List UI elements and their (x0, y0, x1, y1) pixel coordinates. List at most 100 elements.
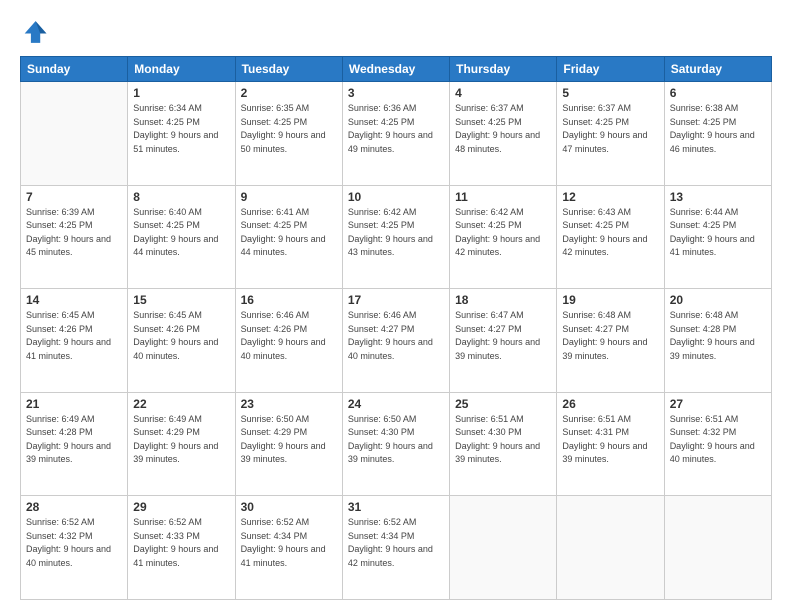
sunset: Sunset: 4:28 PM (26, 427, 93, 437)
calendar-cell: 18 Sunrise: 6:47 AM Sunset: 4:27 PM Dayl… (450, 289, 557, 393)
calendar-cell: 23 Sunrise: 6:50 AM Sunset: 4:29 PM Dayl… (235, 392, 342, 496)
day-number: 28 (26, 500, 122, 514)
day-number: 1 (133, 86, 229, 100)
day-number: 23 (241, 397, 337, 411)
day-info: Sunrise: 6:50 AM Sunset: 4:30 PM Dayligh… (348, 413, 444, 467)
sunset: Sunset: 4:25 PM (241, 117, 308, 127)
day-info: Sunrise: 6:49 AM Sunset: 4:29 PM Dayligh… (133, 413, 229, 467)
calendar-cell: 22 Sunrise: 6:49 AM Sunset: 4:29 PM Dayl… (128, 392, 235, 496)
sunset: Sunset: 4:27 PM (455, 324, 522, 334)
sunset: Sunset: 4:27 PM (348, 324, 415, 334)
daylight: Daylight: 9 hours and 40 minutes. (348, 337, 433, 361)
calendar-cell: 8 Sunrise: 6:40 AM Sunset: 4:25 PM Dayli… (128, 185, 235, 289)
sunset: Sunset: 4:34 PM (348, 531, 415, 541)
sunrise: Sunrise: 6:45 AM (133, 310, 202, 320)
sunrise: Sunrise: 6:40 AM (133, 207, 202, 217)
weekday-header-thursday: Thursday (450, 57, 557, 82)
day-info: Sunrise: 6:40 AM Sunset: 4:25 PM Dayligh… (133, 206, 229, 260)
day-info: Sunrise: 6:46 AM Sunset: 4:26 PM Dayligh… (241, 309, 337, 363)
calendar-cell (664, 496, 771, 600)
daylight: Daylight: 9 hours and 39 minutes. (455, 337, 540, 361)
day-info: Sunrise: 6:39 AM Sunset: 4:25 PM Dayligh… (26, 206, 122, 260)
day-info: Sunrise: 6:43 AM Sunset: 4:25 PM Dayligh… (562, 206, 658, 260)
sunrise: Sunrise: 6:52 AM (26, 517, 95, 527)
daylight: Daylight: 9 hours and 40 minutes. (133, 337, 218, 361)
day-number: 18 (455, 293, 551, 307)
day-number: 21 (26, 397, 122, 411)
sunrise: Sunrise: 6:50 AM (241, 414, 310, 424)
sunset: Sunset: 4:32 PM (670, 427, 737, 437)
weekday-header-tuesday: Tuesday (235, 57, 342, 82)
calendar-cell: 7 Sunrise: 6:39 AM Sunset: 4:25 PM Dayli… (21, 185, 128, 289)
calendar-cell: 24 Sunrise: 6:50 AM Sunset: 4:30 PM Dayl… (342, 392, 449, 496)
daylight: Daylight: 9 hours and 39 minutes. (455, 441, 540, 465)
daylight: Daylight: 9 hours and 41 minutes. (241, 544, 326, 568)
calendar-cell: 4 Sunrise: 6:37 AM Sunset: 4:25 PM Dayli… (450, 82, 557, 186)
day-number: 7 (26, 190, 122, 204)
calendar-cell: 9 Sunrise: 6:41 AM Sunset: 4:25 PM Dayli… (235, 185, 342, 289)
day-info: Sunrise: 6:42 AM Sunset: 4:25 PM Dayligh… (455, 206, 551, 260)
day-number: 13 (670, 190, 766, 204)
day-info: Sunrise: 6:49 AM Sunset: 4:28 PM Dayligh… (26, 413, 122, 467)
day-number: 5 (562, 86, 658, 100)
day-number: 22 (133, 397, 229, 411)
daylight: Daylight: 9 hours and 44 minutes. (241, 234, 326, 258)
day-number: 30 (241, 500, 337, 514)
sunset: Sunset: 4:33 PM (133, 531, 200, 541)
daylight: Daylight: 9 hours and 48 minutes. (455, 130, 540, 154)
calendar-cell: 31 Sunrise: 6:52 AM Sunset: 4:34 PM Dayl… (342, 496, 449, 600)
daylight: Daylight: 9 hours and 40 minutes. (670, 441, 755, 465)
sunrise: Sunrise: 6:39 AM (26, 207, 95, 217)
day-number: 9 (241, 190, 337, 204)
calendar-table: SundayMondayTuesdayWednesdayThursdayFrid… (20, 56, 772, 600)
weekday-header-row: SundayMondayTuesdayWednesdayThursdayFrid… (21, 57, 772, 82)
sunset: Sunset: 4:30 PM (455, 427, 522, 437)
sunrise: Sunrise: 6:38 AM (670, 103, 739, 113)
daylight: Daylight: 9 hours and 42 minutes. (348, 544, 433, 568)
day-info: Sunrise: 6:38 AM Sunset: 4:25 PM Dayligh… (670, 102, 766, 156)
calendar-cell: 11 Sunrise: 6:42 AM Sunset: 4:25 PM Dayl… (450, 185, 557, 289)
weekday-header-monday: Monday (128, 57, 235, 82)
sunrise: Sunrise: 6:52 AM (133, 517, 202, 527)
day-info: Sunrise: 6:34 AM Sunset: 4:25 PM Dayligh… (133, 102, 229, 156)
weekday-header-saturday: Saturday (664, 57, 771, 82)
daylight: Daylight: 9 hours and 40 minutes. (241, 337, 326, 361)
calendar-week-4: 21 Sunrise: 6:49 AM Sunset: 4:28 PM Dayl… (21, 392, 772, 496)
calendar-cell (21, 82, 128, 186)
daylight: Daylight: 9 hours and 46 minutes. (670, 130, 755, 154)
sunrise: Sunrise: 6:44 AM (670, 207, 739, 217)
calendar-cell: 20 Sunrise: 6:48 AM Sunset: 4:28 PM Dayl… (664, 289, 771, 393)
calendar-cell: 2 Sunrise: 6:35 AM Sunset: 4:25 PM Dayli… (235, 82, 342, 186)
weekday-header-sunday: Sunday (21, 57, 128, 82)
sunset: Sunset: 4:25 PM (562, 220, 629, 230)
calendar-cell (557, 496, 664, 600)
sunrise: Sunrise: 6:48 AM (670, 310, 739, 320)
day-number: 14 (26, 293, 122, 307)
calendar-cell: 30 Sunrise: 6:52 AM Sunset: 4:34 PM Dayl… (235, 496, 342, 600)
daylight: Daylight: 9 hours and 43 minutes. (348, 234, 433, 258)
page: SundayMondayTuesdayWednesdayThursdayFrid… (0, 0, 792, 612)
sunset: Sunset: 4:25 PM (133, 220, 200, 230)
sunrise: Sunrise: 6:36 AM (348, 103, 417, 113)
sunset: Sunset: 4:34 PM (241, 531, 308, 541)
sunset: Sunset: 4:26 PM (26, 324, 93, 334)
calendar-cell: 21 Sunrise: 6:49 AM Sunset: 4:28 PM Dayl… (21, 392, 128, 496)
calendar-cell: 29 Sunrise: 6:52 AM Sunset: 4:33 PM Dayl… (128, 496, 235, 600)
daylight: Daylight: 9 hours and 39 minutes. (133, 441, 218, 465)
sunset: Sunset: 4:25 PM (348, 117, 415, 127)
sunset: Sunset: 4:25 PM (670, 117, 737, 127)
calendar-cell: 17 Sunrise: 6:46 AM Sunset: 4:27 PM Dayl… (342, 289, 449, 393)
weekday-header-wednesday: Wednesday (342, 57, 449, 82)
day-number: 26 (562, 397, 658, 411)
daylight: Daylight: 9 hours and 41 minutes. (26, 337, 111, 361)
day-number: 16 (241, 293, 337, 307)
day-info: Sunrise: 6:47 AM Sunset: 4:27 PM Dayligh… (455, 309, 551, 363)
daylight: Daylight: 9 hours and 44 minutes. (133, 234, 218, 258)
sunrise: Sunrise: 6:45 AM (26, 310, 95, 320)
daylight: Daylight: 9 hours and 42 minutes. (455, 234, 540, 258)
sunrise: Sunrise: 6:51 AM (562, 414, 631, 424)
sunrise: Sunrise: 6:50 AM (348, 414, 417, 424)
sunset: Sunset: 4:26 PM (133, 324, 200, 334)
calendar-cell: 25 Sunrise: 6:51 AM Sunset: 4:30 PM Dayl… (450, 392, 557, 496)
day-info: Sunrise: 6:51 AM Sunset: 4:30 PM Dayligh… (455, 413, 551, 467)
